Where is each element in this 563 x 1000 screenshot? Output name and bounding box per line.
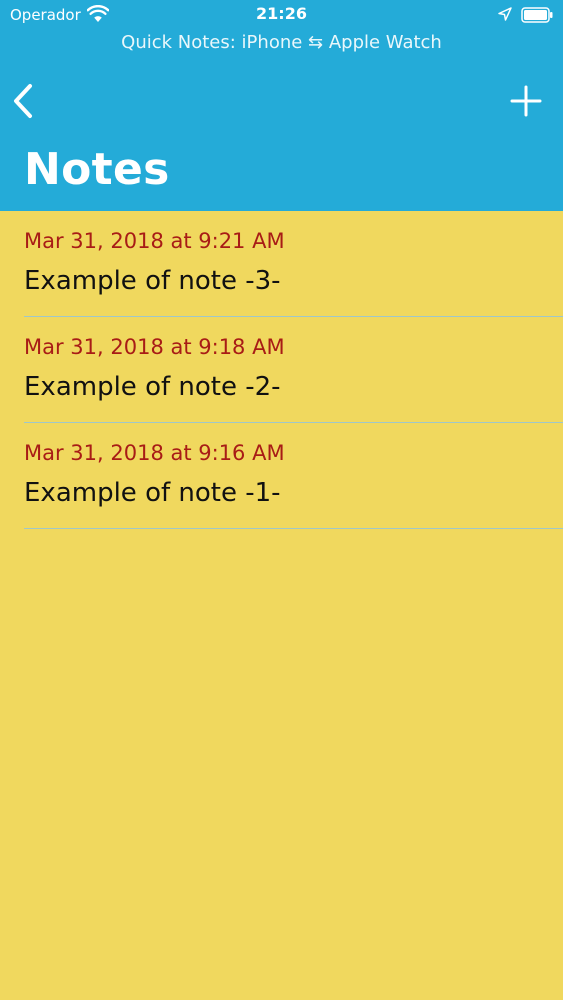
note-date: Mar 31, 2018 at 9:21 AM xyxy=(24,229,285,253)
status-time: 21:26 xyxy=(256,4,307,23)
note-row[interactable]: Mar 31, 2018 at 9:18 AM Example of note … xyxy=(0,317,563,423)
note-title: Example of note -1- xyxy=(24,478,281,508)
back-button[interactable] xyxy=(10,82,38,120)
note-row[interactable]: Mar 31, 2018 at 9:16 AM Example of note … xyxy=(0,423,563,529)
note-date: Mar 31, 2018 at 9:18 AM xyxy=(24,335,285,359)
status-bar: Operador 21:26 xyxy=(0,0,563,30)
battery-icon xyxy=(521,7,553,23)
chevron-left-icon xyxy=(14,84,32,118)
app-subtitle: Quick Notes: iPhone ⇆ Apple Watch xyxy=(121,32,442,53)
notes-screen: Operador 21:26 Quick Notes: iPhone ⇆ App… xyxy=(0,0,563,1000)
note-title: Example of note -2- xyxy=(24,372,281,402)
header: Operador 21:26 Quick Notes: iPhone ⇆ App… xyxy=(0,0,563,211)
note-date: Mar 31, 2018 at 9:16 AM xyxy=(24,441,285,465)
note-title: Example of note -3- xyxy=(24,266,281,296)
note-row[interactable]: Mar 31, 2018 at 9:21 AM Example of note … xyxy=(0,211,563,317)
page-title: Notes xyxy=(24,144,170,195)
location-arrow-icon xyxy=(498,7,512,21)
add-note-button[interactable] xyxy=(509,84,543,118)
plus-icon xyxy=(510,85,542,117)
notes-list: Mar 31, 2018 at 9:21 AM Example of note … xyxy=(0,211,563,529)
